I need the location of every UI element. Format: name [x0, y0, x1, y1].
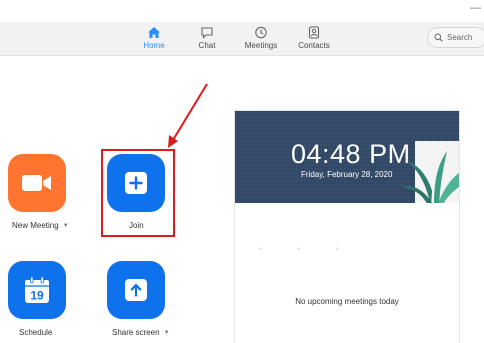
annotation-highlight-box: [101, 149, 175, 237]
title-bar: —: [0, 0, 484, 22]
search-box[interactable]: Search: [427, 27, 484, 48]
home-icon: [148, 27, 160, 38]
contacts-icon: [308, 26, 320, 39]
calendar-icon: 19: [25, 276, 49, 303]
faint-dot-icon: ▪: [259, 244, 263, 255]
current-date: Friday, February 28, 2020: [301, 170, 393, 179]
schedule-caption: Schedule: [19, 328, 52, 337]
faint-dot-icon: ▪: [297, 244, 301, 255]
clock-icon: [255, 26, 267, 39]
upcoming-meetings-card: 04:48 PM Friday, February 28, 2020 ▪ ▪ ▪…: [234, 110, 460, 343]
video-camera-icon: [22, 175, 51, 191]
top-nav-bar: Home Chat Meetings Contacts: [0, 22, 484, 56]
calendar-day: 19: [30, 289, 44, 303]
share-screen-label: Share screen: [112, 328, 160, 337]
tab-chat-label: Chat: [198, 41, 216, 50]
tab-chat[interactable]: Chat: [179, 26, 235, 54]
schedule-label: Schedule: [19, 328, 53, 337]
no-meetings-message: No upcoming meetings today: [295, 297, 399, 306]
clock-header: 04:48 PM Friday, February 28, 2020: [235, 111, 459, 203]
tab-home-label: Home: [143, 41, 165, 50]
minimize-button[interactable]: —: [470, 2, 481, 14]
tab-meetings[interactable]: Meetings: [233, 26, 289, 54]
share-screen-icon: [125, 279, 147, 301]
schedule-button[interactable]: 19: [8, 261, 66, 319]
new-meeting-button[interactable]: [8, 154, 66, 212]
search-placeholder: Search: [447, 33, 473, 42]
new-meeting-label: New Meeting: [12, 221, 59, 230]
annotation-arrow-icon: [168, 83, 208, 148]
plant-illustration-icon: [401, 141, 459, 203]
chevron-down-icon[interactable]: ▼: [63, 223, 69, 229]
current-time: 04:48 PM: [291, 139, 411, 169]
new-meeting-caption: New Meeting ▼: [12, 221, 69, 230]
share-screen-caption: Share screen ▼: [112, 328, 170, 337]
tab-contacts[interactable]: Contacts: [286, 26, 342, 54]
search-icon: [434, 33, 443, 42]
tab-meetings-label: Meetings: [244, 41, 278, 50]
empty-state-decoration: ▪ ▪ ▪: [259, 244, 339, 255]
tab-home[interactable]: Home: [126, 26, 182, 54]
share-screen-button[interactable]: [107, 261, 165, 319]
tab-contacts-label: Contacts: [298, 41, 330, 50]
chevron-down-icon[interactable]: ▼: [164, 330, 170, 336]
chat-icon: [201, 27, 213, 39]
faint-dot-icon: ▪: [335, 244, 339, 255]
